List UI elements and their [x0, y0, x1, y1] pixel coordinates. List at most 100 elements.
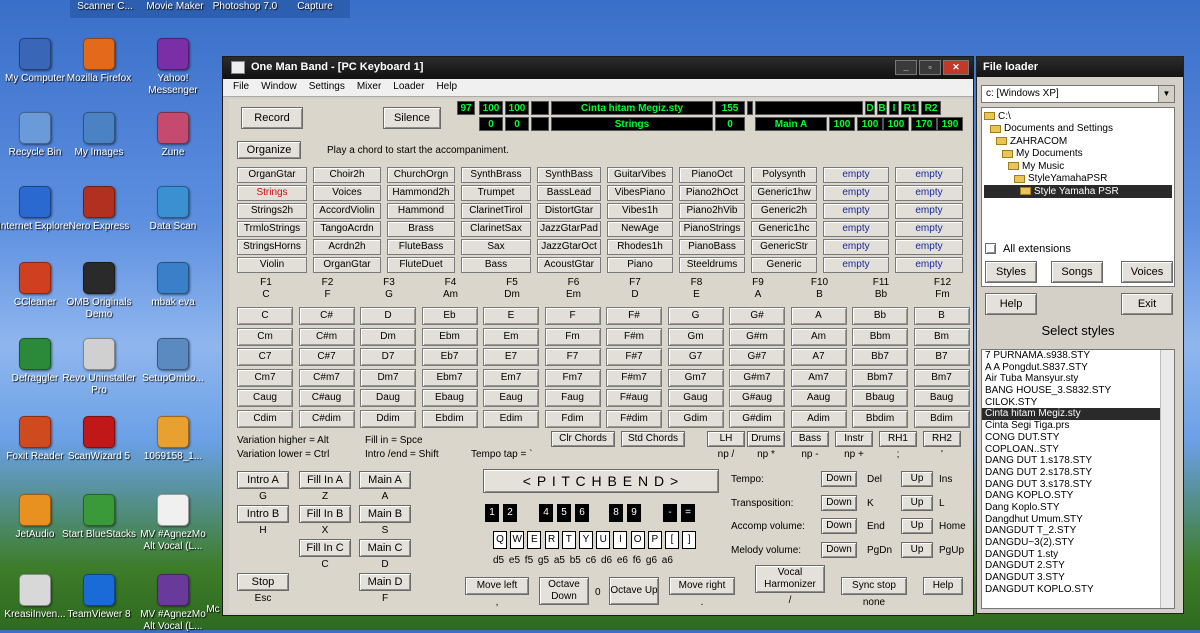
desktop-icon[interactable]: ScanWizard 5 — [62, 416, 136, 463]
chord-button[interactable]: Caug — [237, 389, 293, 407]
pitchbend-bar[interactable]: < P I T C H B E N D > — [483, 469, 719, 493]
section-button[interactable]: Main A — [359, 471, 411, 489]
chord-button[interactable]: Em7 — [483, 368, 539, 387]
style-button[interactable]: empty — [895, 167, 963, 183]
style-button[interactable]: empty — [895, 221, 963, 237]
style-file-item[interactable]: Air Tuba Mansyur.sty — [982, 373, 1174, 385]
omb-titlebar[interactable]: One Man Band - [PC Keyboard 1] _ ▫ ✕ — [223, 57, 973, 79]
style-file-item[interactable]: A A Pongdut.S837.STY — [982, 362, 1174, 374]
chord-button[interactable]: Daug — [360, 389, 416, 407]
style-button[interactable]: Violin — [237, 257, 307, 273]
style-button[interactable]: FluteDuet — [387, 257, 455, 273]
style-button[interactable]: Choir2h — [313, 167, 381, 183]
chord-button[interactable]: D7 — [360, 348, 416, 366]
white-key[interactable]: U — [596, 531, 611, 549]
style-button[interactable]: Brass — [387, 221, 455, 237]
std-chords-button[interactable]: Std Chords — [621, 431, 685, 447]
chord-button[interactable]: F — [544, 307, 601, 325]
desktop-icon[interactable]: Mozilla Firefox — [62, 38, 136, 85]
chord-button[interactable]: Eaug — [483, 389, 539, 407]
chord-button[interactable]: Eb — [421, 307, 478, 325]
black-key[interactable]: 5 — [557, 504, 571, 522]
chord-button[interactable]: C# — [298, 307, 355, 325]
chevron-down-icon[interactable]: ▼ — [1158, 86, 1174, 102]
section-button[interactable]: Intro A — [237, 471, 289, 489]
style-button[interactable]: DistortGtar — [537, 203, 601, 219]
style-button[interactable]: AcoustGtar — [537, 257, 601, 273]
chord-button[interactable]: F#aug — [606, 389, 662, 407]
move-right-button[interactable]: Move right — [669, 577, 735, 595]
style-button[interactable]: Polysynth — [751, 167, 817, 183]
style-button[interactable]: Rhodes1h — [607, 239, 673, 255]
style-file-item[interactable]: Dang Koplo.STY — [982, 502, 1174, 514]
style-button[interactable]: Strings — [237, 185, 307, 201]
track-button-instr[interactable]: Instr — [835, 431, 873, 447]
desktop-top-label[interactable]: Movie Maker — [140, 0, 210, 18]
style-button[interactable]: SynthBrass — [461, 167, 531, 183]
black-key[interactable]: 6 — [575, 504, 589, 522]
chord-button[interactable]: G# — [729, 307, 785, 325]
desktop-icon[interactable]: Data Scan — [136, 186, 210, 233]
style-file-item[interactable]: 7 PURNAMA.s938.STY — [982, 350, 1174, 362]
help-button[interactable]: Help — [985, 293, 1037, 315]
style-button[interactable]: FluteBass — [387, 239, 455, 255]
desktop-icon[interactable]: Revo Uninstaller Pro — [62, 338, 136, 397]
chord-button[interactable]: Am7 — [790, 368, 847, 387]
section-button[interactable]: Main D — [359, 573, 411, 591]
chord-button[interactable]: C — [237, 307, 293, 325]
track-button-rh2[interactable]: RH2 — [923, 431, 961, 447]
style-button[interactable]: ClarinetSax — [461, 221, 531, 237]
chord-button[interactable]: F#m7 — [606, 368, 662, 387]
desktop-icon[interactable]: mbak eva — [136, 262, 210, 309]
style-button[interactable]: Hammond — [387, 203, 455, 219]
style-button[interactable]: empty — [823, 185, 889, 201]
chord-button[interactable]: Ebm — [421, 327, 478, 346]
voices-button[interactable]: Voices — [1121, 261, 1173, 283]
style-file-item[interactable]: DANGDU~3(2).STY — [982, 537, 1174, 549]
close-button[interactable]: ✕ — [943, 60, 969, 75]
style-button[interactable]: BassLead — [537, 185, 601, 201]
desktop-icon[interactable]: OMB Originals Demo — [62, 262, 136, 321]
chord-button[interactable]: C7 — [237, 348, 293, 366]
section-button[interactable]: Main C — [359, 539, 411, 557]
chord-button[interactable]: Gaug — [667, 389, 724, 407]
chord-button[interactable]: Fdim — [544, 409, 601, 428]
style-button[interactable]: empty — [823, 239, 889, 255]
style-button[interactable]: empty — [823, 257, 889, 273]
white-key[interactable]: I — [613, 531, 628, 549]
chord-button[interactable]: Cm — [237, 327, 293, 346]
chord-button[interactable]: G — [667, 307, 724, 325]
menu-item-help[interactable]: Help — [436, 81, 457, 94]
style-file-item[interactable]: Dangdhut Umum.STY — [982, 514, 1174, 526]
chord-button[interactable]: Edim — [483, 409, 539, 428]
style-button[interactable]: NewAge — [607, 221, 673, 237]
style-button[interactable]: Piano2hVib — [679, 203, 745, 219]
style-button[interactable]: Acrdn2h — [313, 239, 381, 255]
desktop-icon[interactable]: MV #AgnezMo Alt Vocal (L... — [136, 494, 210, 553]
style-file-item[interactable]: DANGDUT 2.STY — [982, 560, 1174, 572]
minimize-button[interactable]: _ — [895, 60, 917, 75]
control-up-button[interactable]: Up — [901, 494, 933, 511]
style-button[interactable]: empty — [895, 185, 963, 201]
chord-button[interactable]: G#m — [729, 327, 785, 346]
black-key[interactable]: - — [663, 504, 677, 522]
chord-button[interactable]: Bb — [852, 307, 908, 325]
folder-row[interactable]: My Documents — [984, 148, 1172, 161]
chord-button[interactable]: Bdim — [913, 409, 970, 428]
track-button-bass[interactable]: Bass — [791, 431, 829, 447]
chord-button[interactable]: Em — [483, 327, 539, 346]
black-key[interactable]: 1 — [485, 504, 499, 522]
style-file-item[interactable]: DANG KOPLO.STY — [982, 490, 1174, 502]
style-button[interactable]: Trumpet — [461, 185, 531, 201]
desktop-top-label[interactable]: Capture — [280, 0, 350, 18]
chord-button[interactable]: Cdim — [237, 409, 293, 428]
white-key[interactable]: Y — [579, 531, 593, 549]
control-up-button[interactable]: Up — [901, 518, 933, 534]
desktop-top-label[interactable]: Scanner C... — [70, 0, 140, 18]
style-file-item[interactable]: DANGDUT 3.STY — [982, 572, 1174, 584]
folder-row[interactable]: ZAHRACOM — [984, 135, 1172, 148]
chord-button[interactable]: C#m7 — [298, 368, 355, 387]
white-key[interactable]: P — [647, 531, 662, 549]
style-button[interactable]: Generic1hw — [751, 185, 817, 201]
section-button[interactable]: Fill In A — [299, 471, 351, 489]
